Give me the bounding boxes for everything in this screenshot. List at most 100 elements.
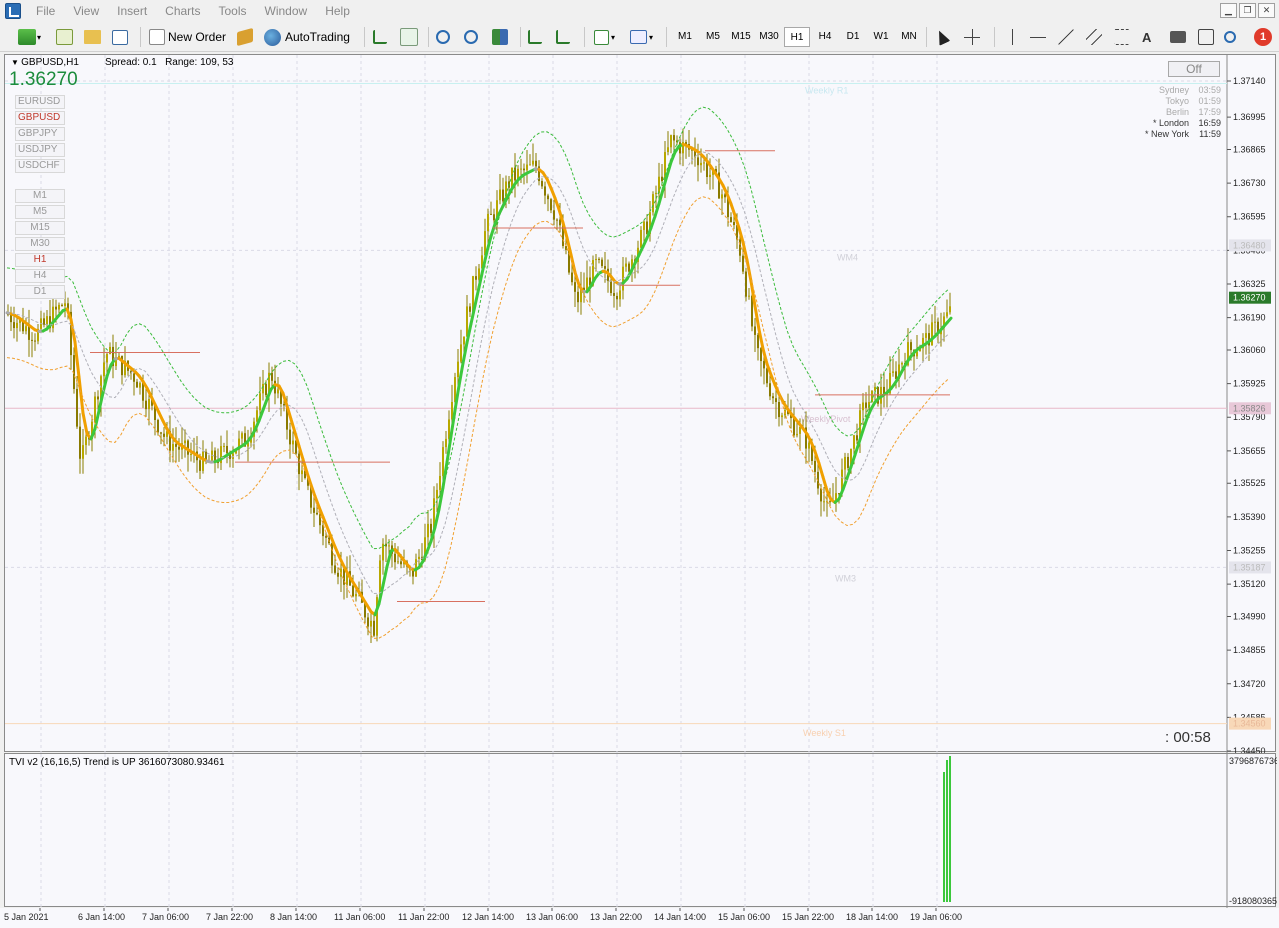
candle-body: [316, 512, 318, 515]
profiles-button[interactable]: [56, 25, 73, 49]
cursor-tool-button[interactable]: [933, 25, 951, 49]
bar-chart-button[interactable]: [373, 25, 387, 49]
candle-body: [547, 195, 549, 200]
toolbar-separator: [140, 27, 141, 47]
off-toggle-button[interactable]: Off: [1168, 61, 1220, 77]
candle-body: [283, 403, 285, 406]
candle-body: [226, 445, 228, 454]
candle-body: [28, 326, 30, 340]
session-time: 17:59: [1198, 107, 1221, 117]
candlestick-button[interactable]: [400, 25, 418, 49]
chart-shift-button[interactable]: [556, 25, 570, 49]
tf-m30-button[interactable]: M30: [756, 27, 782, 47]
symbol-button-gbpusd[interactable]: GBPUSD: [15, 111, 65, 125]
tf-m1-button[interactable]: M1: [672, 27, 698, 47]
menu-tools[interactable]: Tools: [210, 0, 256, 22]
chart-tf-m1[interactable]: M1: [15, 189, 65, 203]
symbol-button-usdchf[interactable]: USDCHF: [15, 159, 65, 173]
candle-body: [733, 221, 735, 226]
notifications-button[interactable]: 1: [1254, 25, 1272, 49]
symbol-button-eurusd[interactable]: EURUSD: [15, 95, 65, 109]
tf-h4-button[interactable]: H4: [812, 27, 838, 47]
tile-windows-button[interactable]: [492, 25, 508, 49]
auto-scroll-button[interactable]: [528, 25, 542, 49]
price-chart[interactable]: 1.37140 1.36995 1.36865 1.36730 1.36595 1.364…: [4, 54, 1276, 753]
chart-dropdown-icon[interactable]: ▼: [11, 58, 21, 67]
autotrading-button[interactable]: AutoTrading: [264, 25, 350, 49]
folder-button[interactable]: [84, 25, 101, 49]
time-tick-label: 12 Jan 14:00: [462, 912, 514, 922]
symbol-button-gbpjpy[interactable]: GBPJPY: [15, 127, 65, 141]
chart-tf-m5[interactable]: M5: [15, 205, 65, 219]
ma-segment: [373, 602, 381, 617]
chart-tf-m15[interactable]: M15: [15, 221, 65, 235]
zoom-out-button[interactable]: [464, 25, 478, 49]
tf-mn-button[interactable]: MN: [896, 27, 922, 47]
candle-body: [457, 361, 459, 378]
chart-tf-h4[interactable]: H4: [15, 269, 65, 283]
candle-body: [709, 174, 711, 178]
menu-help[interactable]: Help: [316, 0, 359, 22]
candle-body: [46, 316, 48, 325]
tf-h1-button[interactable]: H1: [784, 27, 810, 47]
ma-segment: [457, 361, 465, 388]
candle-body: [640, 229, 642, 248]
menu-file[interactable]: File: [27, 0, 64, 22]
time-tick-label: 11 Jan 06:00: [334, 912, 385, 922]
indicator-pane[interactable]: 3796876736 -918080365 TVI v2 (16,16,5) Tr…: [4, 753, 1277, 908]
minimize-button[interactable]: ▁: [1220, 3, 1237, 18]
new-order-button[interactable]: New Order: [149, 25, 226, 49]
symbol-button-usdjpy[interactable]: USDJPY: [15, 143, 65, 157]
horizontal-line-button[interactable]: [1030, 25, 1046, 49]
candle-body: [265, 383, 267, 396]
restore-button[interactable]: ❐: [1239, 3, 1256, 18]
menu-charts[interactable]: Charts: [156, 0, 209, 22]
chart-tf-h1[interactable]: H1: [15, 253, 65, 267]
ma-segment: [333, 545, 341, 558]
candle-body: [148, 399, 150, 410]
close-button[interactable]: ✕: [1258, 3, 1275, 18]
trendline-button[interactable]: [1058, 25, 1074, 49]
text-tool-button[interactable]: A: [1142, 25, 1151, 49]
horizontal-line-icon: [1030, 29, 1046, 45]
tf-d1-button[interactable]: D1: [840, 27, 866, 47]
vertical-line-icon: [1004, 29, 1020, 45]
chart-tf-m30[interactable]: M30: [15, 237, 65, 251]
templates-button[interactable]: ▾: [630, 25, 653, 49]
tf-m5-button[interactable]: M5: [700, 27, 726, 47]
candle-body: [76, 388, 78, 427]
candle-body: [793, 418, 795, 436]
menu-window[interactable]: Window: [256, 0, 317, 22]
equidistant-channel-button[interactable]: [1086, 25, 1102, 49]
ma-segment: [421, 550, 429, 563]
indicator-bottom-label: -918080365: [1229, 896, 1277, 906]
price-tick-label: 1.34855: [1233, 645, 1266, 655]
fibonacci-button[interactable]: [1114, 25, 1130, 49]
zoom-in-button[interactable]: [436, 25, 450, 49]
candle-body: [259, 393, 261, 411]
candle-body: [325, 536, 327, 538]
text-tool-icon: A: [1142, 29, 1152, 45]
indicators-button[interactable]: ▾: [594, 25, 615, 49]
tf-m15-button[interactable]: M15: [728, 27, 754, 47]
crosshair-tool-button[interactable]: [964, 25, 980, 49]
time-tick-label: 11 Jan 22:00: [398, 912, 449, 922]
metaeditor-button[interactable]: [237, 25, 253, 49]
indicator-label: TVI v2 (16,16,5) Trend is UP 3616073080.…: [9, 757, 225, 768]
ma-segment: [553, 196, 561, 211]
time-tick-label: 6 Jan 14:00: [78, 912, 125, 922]
session-clock: Sydney 03:59 Tokyo 01:59 Berlin 17:59 * Lon…: [1125, 85, 1221, 140]
level-label: Weekly R1: [805, 85, 848, 95]
search-button[interactable]: [1224, 25, 1236, 49]
menu-view[interactable]: View: [64, 0, 108, 22]
label-tool-button[interactable]: [1170, 25, 1186, 49]
chart-tf-d1[interactable]: D1: [15, 285, 65, 299]
text-label-button[interactable]: [1198, 25, 1214, 49]
tf-w1-button[interactable]: W1: [868, 27, 894, 47]
candle-body: [439, 475, 441, 490]
new-chart-button[interactable]: ▾: [18, 25, 41, 49]
navigator-button[interactable]: [112, 25, 128, 49]
vertical-line-button[interactable]: [1004, 25, 1020, 49]
ma-segment: [381, 565, 389, 587]
menu-insert[interactable]: Insert: [108, 0, 156, 22]
